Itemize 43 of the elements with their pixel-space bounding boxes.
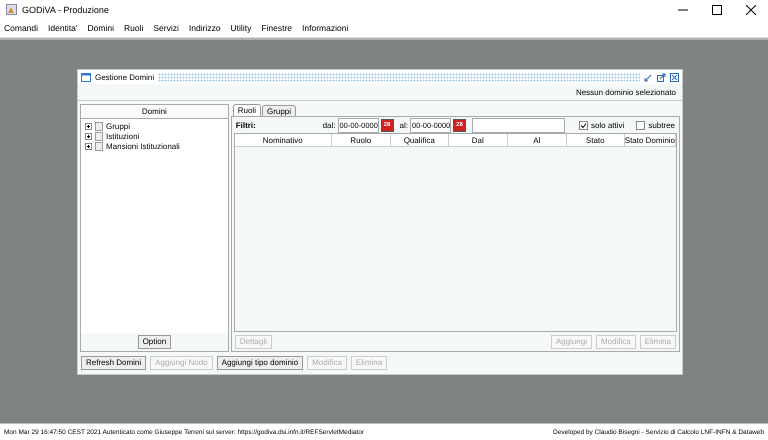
menu-item[interactable]: Ruoli — [124, 23, 144, 33]
close-icon[interactable] — [746, 4, 756, 14]
tree-item[interactable]: Gruppi — [106, 122, 130, 130]
column-header[interactable]: Dal — [448, 134, 508, 147]
column-header[interactable]: Stato — [566, 134, 625, 147]
app-icon — [6, 4, 17, 15]
option-button[interactable]: Option — [138, 335, 172, 349]
action-button[interactable]: Refresh Domini — [81, 356, 146, 370]
menu-item[interactable]: Identita' — [48, 23, 78, 33]
tab[interactable]: Ruoli — [232, 104, 261, 116]
menu-item[interactable]: Informazioni — [302, 23, 348, 33]
menu-item[interactable]: Utility — [230, 23, 252, 33]
search-field[interactable] — [472, 118, 565, 132]
menu-item[interactable]: Finestre — [261, 23, 292, 33]
checkbox-label: subtree — [648, 120, 675, 130]
menu-item[interactable]: Servizi — [153, 23, 179, 33]
maximize-icon[interactable] — [712, 4, 722, 14]
expand-icon[interactable] — [85, 122, 92, 130]
expand-icon[interactable] — [85, 132, 92, 140]
tree-item[interactable]: Istituzioni — [106, 132, 140, 140]
column-header[interactable]: Qualifica — [390, 134, 449, 147]
checkbox[interactable] — [578, 120, 588, 130]
from-label: dal: — [322, 120, 336, 130]
menu-item[interactable]: Comandi — [4, 23, 38, 33]
column-header[interactable]: Nominativo — [234, 134, 332, 147]
window-icon — [81, 72, 91, 82]
selection-status: Nessun dominio selezionato — [576, 88, 676, 96]
frame-title: Gestione Domini — [95, 72, 154, 82]
to-label: al: — [400, 120, 408, 130]
column-header[interactable]: Stato Dominio — [624, 134, 676, 147]
column-header[interactable]: Al — [508, 134, 567, 147]
tree-header: Domini — [81, 105, 228, 119]
checkbox-label: solo attivi — [590, 120, 624, 130]
tree-item[interactable]: Mansioni Istituzionali — [106, 142, 180, 150]
filter-label: Filtri: — [236, 120, 256, 130]
expand-icon[interactable] — [85, 142, 92, 150]
window-title: GODiVA - Produzione — [22, 4, 109, 14]
menu-item[interactable]: Domini — [88, 23, 114, 33]
column-header[interactable]: Ruolo — [332, 134, 391, 147]
tab[interactable]: Gruppi — [262, 105, 296, 116]
checkbox[interactable] — [636, 120, 646, 130]
menu-item[interactable]: Indirizzo — [188, 23, 221, 33]
action-button[interactable]: Aggiungi tipo dominio — [216, 356, 304, 370]
